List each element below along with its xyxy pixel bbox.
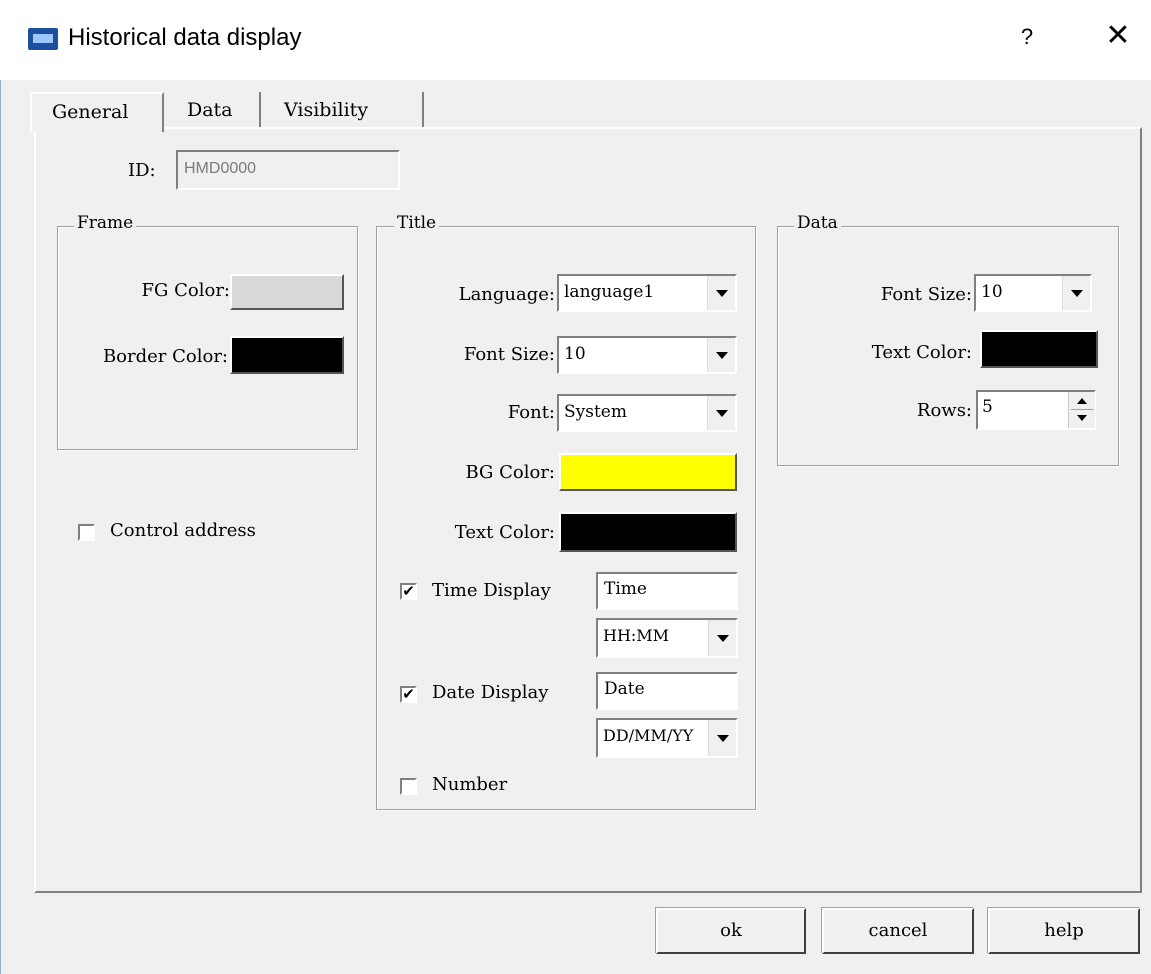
- chevron-down-icon[interactable]: [1062, 276, 1090, 310]
- rows-value: 5: [982, 397, 993, 417]
- date-format-value: DD/MM/YY: [603, 726, 694, 745]
- cancel-button[interactable]: cancel: [822, 908, 974, 954]
- frame-group-title: Frame: [74, 213, 137, 233]
- data-font-size-label: Font Size:: [880, 284, 972, 305]
- language-dropdown[interactable]: language1: [557, 274, 737, 312]
- font-size-label: Font Size:: [463, 344, 555, 365]
- window-title: Historical data display: [68, 24, 302, 51]
- spin-divider: [1071, 409, 1093, 410]
- data-text-color-label: Text Color:: [871, 342, 972, 363]
- control-address-checkbox[interactable]: [78, 524, 95, 541]
- font-label: Font:: [507, 402, 555, 423]
- language-value: language1: [564, 282, 655, 302]
- font-size-value: 10: [564, 344, 586, 364]
- font-size-dropdown[interactable]: 10: [557, 336, 737, 374]
- chevron-down-icon[interactable]: [708, 720, 736, 756]
- hmi-app-icon: [28, 28, 58, 50]
- data-text-color-swatch[interactable]: [980, 330, 1098, 368]
- date-text-input[interactable]: Date: [596, 672, 738, 710]
- bg-color-label: BG Color:: [465, 462, 555, 483]
- data-group-title: Data: [794, 213, 841, 233]
- border-color-label: Border Color:: [102, 346, 228, 367]
- data-font-size-value: 10: [981, 282, 1003, 302]
- spin-up-icon[interactable]: [1077, 398, 1087, 404]
- number-checkbox[interactable]: [400, 778, 417, 795]
- language-label: Language:: [458, 284, 555, 305]
- time-format-value: HH:MM: [603, 626, 670, 645]
- chevron-down-icon[interactable]: [708, 620, 736, 656]
- id-label: ID:: [128, 160, 156, 181]
- tab-general[interactable]: General: [30, 92, 164, 132]
- text-color-label: Text Color:: [454, 522, 555, 543]
- bg-color-swatch[interactable]: [559, 453, 737, 491]
- rows-spin-buttons[interactable]: [1068, 392, 1095, 428]
- tab-data[interactable]: Data: [167, 92, 261, 128]
- tab-visibility[interactable]: Visibility: [264, 92, 424, 128]
- spin-down-icon[interactable]: [1077, 415, 1087, 421]
- number-label: Number: [432, 774, 508, 795]
- help-button[interactable]: help: [988, 908, 1140, 954]
- control-address-label: Control address: [110, 520, 256, 541]
- rows-label: Rows:: [916, 400, 972, 421]
- date-format-dropdown[interactable]: DD/MM/YY: [596, 718, 738, 758]
- data-font-size-dropdown[interactable]: 10: [974, 274, 1092, 312]
- help-icon[interactable]: ?: [1012, 20, 1042, 54]
- date-display-label: Date Display: [432, 682, 549, 703]
- fg-color-label: FG Color:: [141, 280, 230, 301]
- time-text-input[interactable]: Time: [596, 572, 738, 610]
- title-group-title: Title: [394, 213, 440, 233]
- border-color-swatch[interactable]: [230, 336, 344, 374]
- font-value: System: [564, 402, 627, 422]
- time-format-dropdown[interactable]: HH:MM: [596, 618, 738, 658]
- time-display-label: Time Display: [432, 580, 551, 601]
- close-icon[interactable]: ✕: [1100, 18, 1136, 54]
- time-display-checkbox[interactable]: ✔: [400, 583, 417, 600]
- fg-color-swatch[interactable]: [230, 274, 344, 310]
- id-field: HMD0000: [176, 150, 400, 190]
- chevron-down-icon[interactable]: [707, 276, 735, 310]
- chevron-down-icon[interactable]: [707, 396, 735, 430]
- text-color-swatch[interactable]: [559, 512, 737, 552]
- date-display-checkbox[interactable]: ✔: [400, 686, 417, 703]
- ok-button[interactable]: ok: [656, 908, 806, 954]
- chevron-down-icon[interactable]: [707, 338, 735, 372]
- window-edge: [0, 80, 1, 974]
- font-dropdown[interactable]: System: [557, 394, 737, 432]
